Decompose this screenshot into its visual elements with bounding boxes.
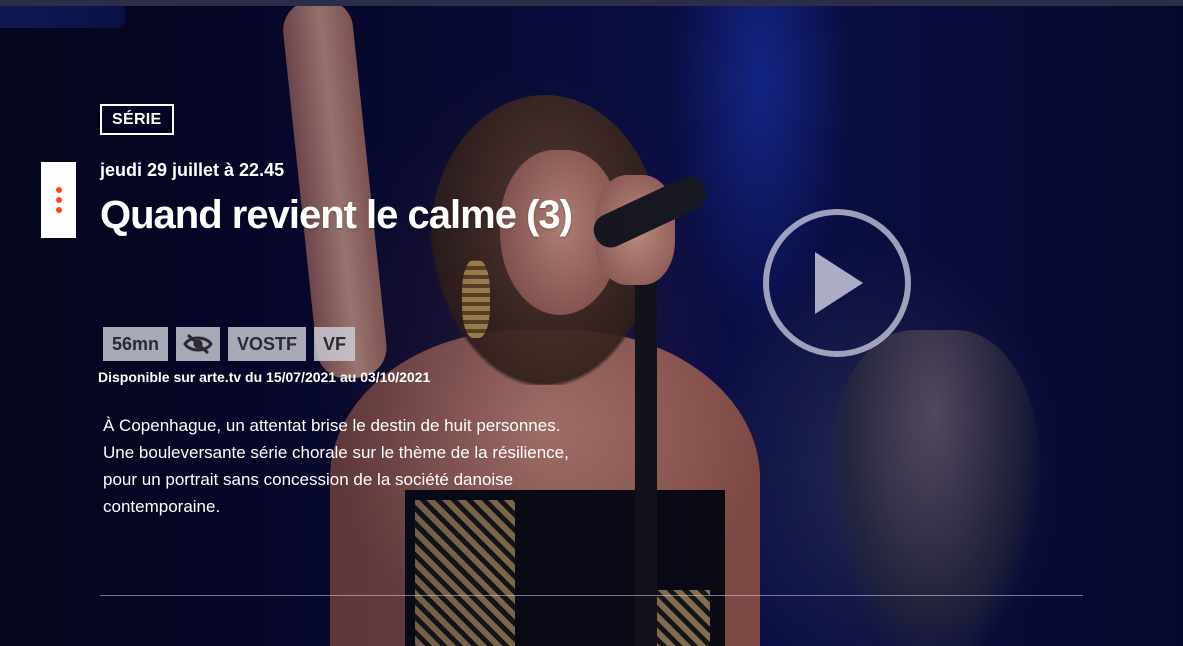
broadcast-date: jeudi 29 juillet à 22.45	[100, 160, 285, 180]
options-menu-button[interactable]	[41, 162, 76, 238]
play-icon	[815, 252, 863, 314]
divider	[100, 595, 1083, 596]
vostf-badge: VOSTF	[228, 327, 307, 361]
three-dots-vertical-icon	[55, 187, 62, 193]
availability-text: Disponible sur arte.tv du 15/07/2021 au …	[98, 369, 431, 385]
program-title: Quand revient le calme (3)	[100, 193, 573, 237]
hero-image	[0, 0, 1183, 646]
genre-tag: SÉRIE	[100, 104, 174, 135]
vf-badge: VF	[314, 327, 356, 361]
program-badges: 56mn VOSTF VF	[103, 327, 356, 361]
eye-slash-icon	[183, 333, 213, 355]
program-description: À Copenhague, un attentat brise le desti…	[103, 416, 569, 516]
play-button[interactable]	[763, 209, 911, 357]
audio-description-badge	[176, 327, 221, 361]
duration-badge: 56mn	[103, 327, 169, 361]
